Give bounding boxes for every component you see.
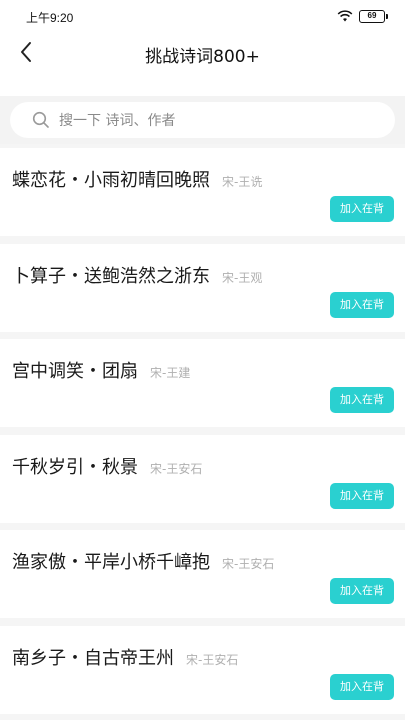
poem-card[interactable]: 渔家傲・平岸小桥千嶂抱 宋-王安石 加入在背 [0,530,405,618]
add-to-recite-button[interactable]: 加入在背 [330,578,394,604]
add-to-recite-button[interactable]: 加入在背 [330,482,394,509]
search-input[interactable]: 搜一下 诗词、作者 [10,102,395,138]
poem-author: 宋-王安石 [186,652,239,667]
poem-title: 卜算子・送鲍浩然之浙东 [12,265,210,287]
poem-list: 蝶恋花・小雨初晴回晚照 宋-王诜 加入在背 卜算子・送鲍浩然之浙东 宋-王观 加… [0,148,405,720]
status-indicators: 69 [337,9,388,23]
page-title: 挑战诗词800+ [145,47,260,67]
add-to-recite-button[interactable]: 加入在背 [330,673,394,700]
poem-author: 宋-王安石 [150,461,203,476]
poem-card[interactable]: 宫中调笑・团扇 宋-王建 加入在背 [0,339,405,427]
wifi-icon [337,10,353,22]
poem-card[interactable]: 南乡子・自古帝王州 宋-王安石 加入在背 [0,625,405,714]
poem-card[interactable]: 千秋岁引・秋景 宋-王安石 加入在背 [0,434,405,523]
search-bar: 搜一下 诗词、作者 [0,96,405,144]
add-to-recite-button[interactable]: 加入在背 [330,387,394,413]
poem-author: 宋-王观 [222,270,263,285]
poem-title: 宫中调笑・团扇 [12,361,138,382]
poem-title: 渔家傲・平岸小桥千嶂抱 [12,552,210,573]
header-spacer [0,76,405,96]
poem-title: 南乡子・自古帝王州 [12,647,174,669]
status-bar: 上午9:20 69 [0,0,405,32]
poem-card[interactable]: 卜算子・送鲍浩然之浙东 宋-王观 加入在背 [0,243,405,332]
poem-title: 蝶恋花・小雨初晴回晚照 [12,170,210,191]
header: 挑战诗词800+ [0,32,405,76]
add-to-recite-button[interactable]: 加入在背 [330,291,394,318]
search-icon [32,111,50,129]
search-placeholder: 搜一下 诗词、作者 [59,113,176,129]
add-to-recite-button[interactable]: 加入在背 [330,196,394,222]
poem-author: 宋-王诜 [222,175,263,189]
poem-card[interactable]: 蝶恋花・小雨初晴回晚照 宋-王诜 加入在背 [0,148,405,236]
poem-author: 宋-王安石 [222,557,275,571]
status-time: 上午9:20 [26,11,74,25]
poem-author: 宋-王建 [150,366,191,380]
poem-title: 千秋岁引・秋景 [12,456,138,478]
battery-icon: 69 [359,9,388,23]
